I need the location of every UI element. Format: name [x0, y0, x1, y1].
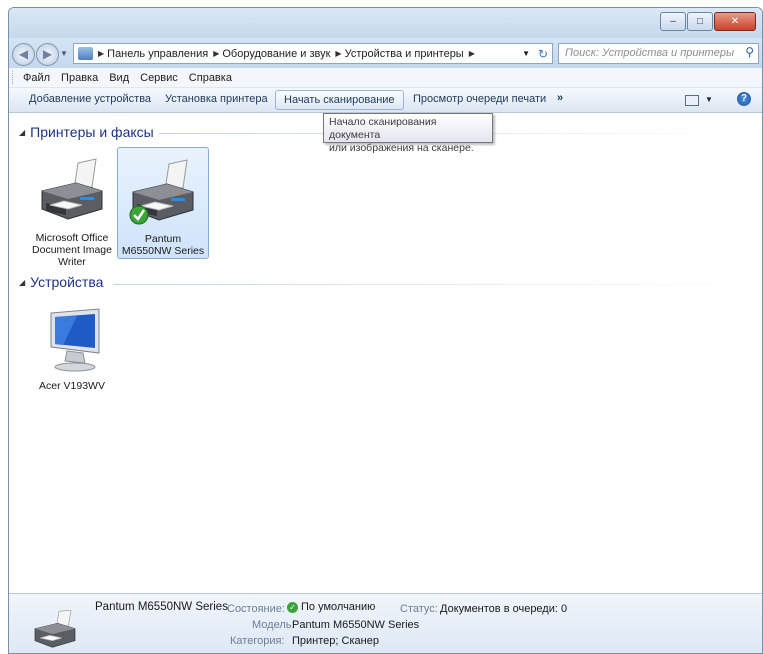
explorer-window: – □ ✕ ◀ ▶ ▼ ▶ Панель управления ▶ Оборуд… — [8, 7, 763, 654]
menu-edit[interactable]: Правка — [61, 72, 98, 84]
printer-icon — [34, 610, 76, 648]
device-label-line: Pantum — [144, 233, 182, 245]
title-bar: – □ ✕ — [9, 8, 762, 38]
add-device-button[interactable]: Добавление устройства — [29, 93, 151, 105]
device-item-ms-office-writer[interactable]: Microsoft Office Document Image Writer — [27, 151, 117, 271]
maximize-button[interactable]: □ — [687, 12, 713, 31]
breadcrumb-arrow-icon[interactable]: ▶ — [469, 49, 475, 58]
device-item-acer-monitor[interactable]: Acer V193WV — [27, 303, 117, 403]
menu-file[interactable]: Файл — [23, 72, 50, 84]
view-dropdown-icon[interactable]: ▼ — [705, 95, 713, 104]
details-pane: Pantum M6550NW Series Состояние: ✓ По умо… — [9, 593, 762, 653]
menu-view[interactable]: Вид — [109, 72, 129, 84]
monitor-icon — [50, 308, 100, 372]
address-toolbar: ◀ ▶ ▼ ▶ Панель управления ▶ Оборудование… — [9, 38, 762, 68]
more-commands-button[interactable]: » — [557, 92, 563, 104]
minimize-button[interactable]: – — [660, 12, 686, 31]
menu-bar: Файл Правка Вид Сервис Справка — [9, 68, 762, 88]
menu-grip — [12, 71, 15, 84]
menu-tools[interactable]: Сервис — [140, 72, 178, 84]
breadcrumb-arrow-icon[interactable]: ▶ — [335, 49, 341, 58]
group-printers-title: Принтеры и факсы — [30, 124, 154, 140]
details-state-text: По умолчанию — [301, 601, 376, 613]
close-button[interactable]: ✕ — [714, 12, 756, 31]
breadcrumb-control-panel[interactable]: Панель управления — [107, 48, 208, 60]
details-device-name: Pantum M6550NW Series — [95, 601, 228, 613]
address-dropdown-icon[interactable]: ▼ — [522, 49, 530, 58]
help-icon[interactable]: ? — [737, 92, 751, 106]
print-queue-button[interactable]: Просмотр очереди печати — [413, 93, 546, 105]
menu-help[interactable]: Справка — [189, 72, 232, 84]
collapse-triangle-icon[interactable]: ◢ — [19, 278, 25, 287]
change-view-icon[interactable] — [685, 95, 699, 106]
start-scan-tooltip: Начало сканирования документа или изобра… — [323, 113, 493, 154]
default-check-icon: ✓ — [287, 601, 298, 613]
search-input[interactable]: Поиск: Устройства и принтеры ⚲ — [558, 43, 759, 64]
details-status-value: Документов в очереди: 0 — [440, 603, 568, 615]
refresh-icon[interactable]: ↻ — [538, 47, 548, 61]
search-icon[interactable]: ⚲ — [745, 45, 754, 59]
recent-pages-icon[interactable]: ▼ — [60, 49, 68, 58]
device-label-line: Acer V193WV — [39, 380, 105, 392]
command-bar: Добавление устройства Установка принтера… — [9, 88, 762, 113]
details-model-label: Модель: — [252, 619, 295, 631]
details-status-label: Статус: — [400, 603, 438, 615]
device-label-line: Writer — [58, 256, 86, 268]
search-placeholder: Поиск: Устройства и принтеры — [565, 47, 735, 59]
details-state-label: Состояние: — [227, 603, 285, 615]
details-category-value: Принтер; Сканер — [292, 635, 379, 647]
tooltip-line: или изображения на сканере. — [329, 142, 474, 154]
device-label-line: Document Image — [32, 244, 112, 256]
device-label-line: M6550NW Series — [121, 245, 205, 257]
group-printers-header[interactable]: ◢ Принтеры и факсы — [19, 124, 154, 140]
device-label-line: Microsoft Office — [35, 232, 109, 244]
back-button[interactable]: ◀ — [12, 43, 35, 66]
forward-button[interactable]: ▶ — [36, 43, 59, 66]
breadcrumb-arrow-icon[interactable]: ▶ — [213, 49, 219, 58]
caption-buttons: – □ ✕ — [659, 12, 756, 31]
group-devices-title: Устройства — [30, 274, 104, 290]
breadcrumb-arrow-icon[interactable]: ▶ — [98, 49, 104, 58]
details-category-label: Категория: — [230, 635, 285, 647]
device-item-pantum-m6550nw[interactable]: Pantum M6550NW Series — [117, 147, 209, 259]
breadcrumb-hardware-sound[interactable]: Оборудование и звук — [222, 48, 330, 60]
install-printer-button[interactable]: Установка принтера — [165, 93, 268, 105]
address-bar[interactable]: ▶ Панель управления ▶ Оборудование и зву… — [73, 43, 553, 64]
control-panel-icon — [78, 47, 93, 60]
tooltip-line: Начало сканирования документа — [329, 116, 437, 141]
printer-icon — [129, 159, 194, 225]
details-model-value: Pantum M6550NW Series — [292, 619, 420, 631]
details-state-value: ✓ По умолчанию — [287, 601, 375, 613]
group-devices-header[interactable]: ◢ Устройства — [19, 274, 103, 290]
start-scan-button[interactable]: Начать сканирование — [275, 90, 404, 110]
group-divider — [113, 284, 749, 285]
breadcrumb-devices-printers[interactable]: Устройства и принтеры — [345, 48, 464, 60]
collapse-triangle-icon[interactable]: ◢ — [19, 128, 25, 137]
printer-icon — [41, 158, 103, 220]
devices-content-area: ◢ Принтеры и факсы Microsoft Office Docu… — [9, 113, 762, 593]
